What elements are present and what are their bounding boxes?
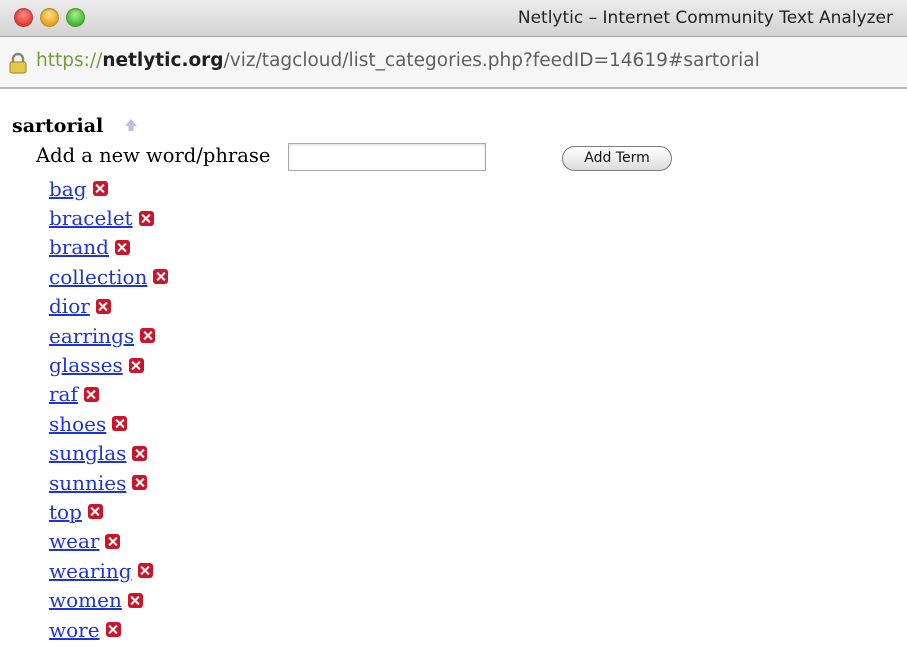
- remove-term-icon[interactable]: [140, 328, 156, 344]
- close-window-button[interactable]: [14, 8, 33, 27]
- url-text[interactable]: https://netlytic.org/viz/tagcloud/list_c…: [36, 50, 760, 71]
- term-link[interactable]: wearing: [49, 559, 132, 583]
- term-item: wore: [49, 615, 168, 644]
- term-link[interactable]: collection: [49, 265, 147, 289]
- term-item: brand: [49, 233, 168, 262]
- remove-term-icon[interactable]: [95, 298, 111, 314]
- url-host: netlytic.org: [102, 50, 224, 71]
- term-link[interactable]: dior: [49, 294, 90, 318]
- minimize-window-button[interactable]: [40, 8, 59, 27]
- remove-term-icon[interactable]: [132, 445, 148, 461]
- term-item: wearing: [49, 556, 168, 585]
- term-link[interactable]: sunnies: [49, 471, 126, 495]
- term-link[interactable]: bracelet: [49, 206, 133, 230]
- term-link[interactable]: brand: [49, 235, 109, 259]
- term-link[interactable]: top: [49, 500, 82, 524]
- term-item: raf: [49, 380, 168, 409]
- remove-term-icon[interactable]: [92, 181, 108, 197]
- remove-term-icon[interactable]: [138, 210, 154, 226]
- remove-term-icon[interactable]: [132, 475, 148, 491]
- term-link[interactable]: wear: [49, 529, 99, 553]
- remove-term-icon[interactable]: [87, 504, 103, 520]
- term-link[interactable]: raf: [49, 382, 78, 406]
- term-link[interactable]: earrings: [49, 324, 134, 348]
- remove-term-icon[interactable]: [105, 533, 121, 549]
- window-title: Netlytic – Internet Community Text Analy…: [517, 8, 893, 28]
- address-bar[interactable]: https://netlytic.org/viz/tagcloud/list_c…: [0, 37, 907, 89]
- remove-term-icon[interactable]: [105, 622, 121, 638]
- term-item: dior: [49, 292, 168, 321]
- url-path: /viz/tagcloud/list_categories.php?feedID…: [223, 50, 760, 71]
- term-link[interactable]: women: [49, 588, 122, 612]
- remove-term-icon[interactable]: [114, 239, 130, 255]
- term-list: bag bracelet brand collection dior earrings gl…: [49, 174, 169, 644]
- term-link[interactable]: sunglas: [49, 441, 126, 465]
- url-scheme: https://: [36, 50, 103, 71]
- add-term-label: Add a new word/phrase: [36, 144, 271, 167]
- remove-term-icon[interactable]: [83, 386, 99, 402]
- term-link[interactable]: bag: [49, 177, 87, 201]
- remove-term-icon[interactable]: [137, 563, 153, 579]
- category-title: sartorial: [12, 115, 104, 137]
- term-item: sunglas: [49, 439, 168, 468]
- term-link[interactable]: wore: [49, 618, 100, 642]
- remove-term-icon[interactable]: [112, 416, 128, 432]
- term-item: collection: [49, 262, 169, 291]
- term-item: women: [49, 585, 168, 614]
- new-term-input[interactable]: [288, 143, 486, 171]
- page-content: sartorial Add a new word/phrase Add Term…: [0, 88, 907, 660]
- term-link[interactable]: glasses: [49, 353, 123, 377]
- term-item: shoes: [49, 409, 168, 438]
- term-item: bag: [49, 174, 168, 203]
- window-titlebar: Netlytic – Internet Community Text Analy…: [0, 0, 907, 37]
- remove-term-icon[interactable]: [128, 357, 144, 373]
- remove-term-icon[interactable]: [153, 269, 169, 285]
- term-item: wear: [49, 527, 168, 556]
- term-link[interactable]: shoes: [49, 412, 106, 436]
- zoom-window-button[interactable]: [66, 8, 85, 27]
- term-item: glasses: [49, 350, 168, 379]
- lock-icon: [9, 52, 27, 74]
- term-item: sunnies: [49, 468, 168, 497]
- term-item: bracelet: [49, 203, 168, 232]
- arrow-up-icon[interactable]: [124, 118, 138, 132]
- remove-term-icon[interactable]: [127, 592, 143, 608]
- term-item: earrings: [49, 321, 168, 350]
- term-item: top: [49, 497, 168, 526]
- add-term-button[interactable]: Add Term: [562, 146, 672, 171]
